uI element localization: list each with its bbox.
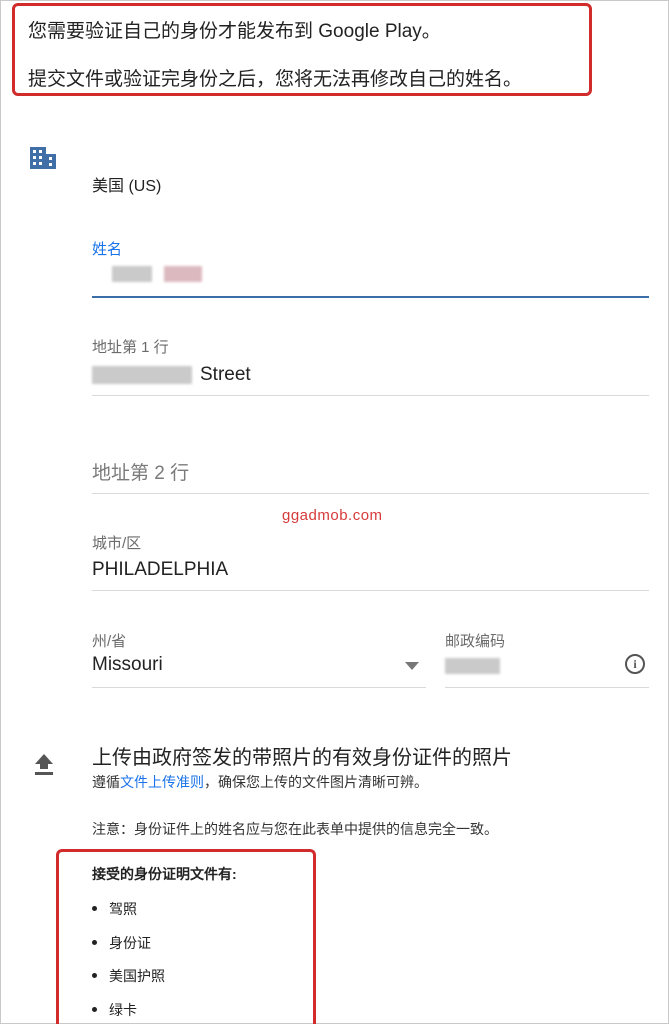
address-line1-field[interactable]: 地址第 1 行 Street <box>92 334 649 396</box>
redacted-name-part <box>164 266 202 282</box>
notice-line-2: 提交文件或验证完身份之后，您将无法再修改自己的姓名。 <box>28 69 523 90</box>
list-item: 美国护照 <box>92 966 165 986</box>
name-field[interactable]: 姓名 <box>92 236 649 300</box>
upload-sub-prefix: 遵循 <box>92 774 120 790</box>
watermark-text: ggadmob.com <box>282 507 383 524</box>
redacted-street-number <box>92 366 192 384</box>
upload-title: 上传由政府签发的带照片的有效身份证件的照片 <box>92 747 512 769</box>
postal-code-field[interactable]: 邮政编码 <box>445 628 649 688</box>
state-value: Missouri <box>92 654 163 675</box>
name-label: 姓名 <box>92 241 123 258</box>
address-line1-value: Street <box>200 364 251 385</box>
city-value: PHILADELPHIA <box>92 559 229 580</box>
city-underline <box>92 590 649 591</box>
name-match-note: 注意：身份证件上的姓名应与您在此表单中提供的信息完全一致。 <box>92 821 498 837</box>
city-label: 城市/区 <box>92 535 142 552</box>
city-field[interactable]: 城市/区 PHILADELPHIA <box>92 530 649 592</box>
address-line2-underline <box>92 493 649 494</box>
redacted-name-part <box>112 266 152 282</box>
identity-notice-box: 您需要验证自己的身份才能发布到 Google Play。 提交文件或验证完身份之… <box>12 3 592 96</box>
upload-sub-suffix: ，确保您上传的文件图片清晰可辨。 <box>204 774 428 790</box>
upload-guidelines: 遵循文件上传准则，确保您上传的文件图片清晰可辨。 <box>92 772 428 792</box>
accepted-documents-title: 接受的身份证明文件有: <box>92 866 237 882</box>
upload-icon[interactable] <box>33 752 55 776</box>
notice-line-1: 您需要验证自己的身份才能发布到 Google Play。 <box>28 21 441 42</box>
redacted-postal-code <box>445 658 500 674</box>
name-underline <box>92 296 649 298</box>
address-line1-underline <box>92 395 649 396</box>
address-line1-label: 地址第 1 行 <box>92 339 169 356</box>
info-icon[interactable]: i <box>625 654 645 674</box>
upload-guidelines-link[interactable]: 文件上传准则 <box>120 774 204 790</box>
state-label: 州/省 <box>92 633 127 650</box>
address-line2-field[interactable]: 地址第 2 行 <box>92 455 649 495</box>
state-underline <box>92 687 426 688</box>
postal-code-underline <box>445 687 649 688</box>
address-line2-placeholder: 地址第 2 行 <box>92 463 190 484</box>
dropdown-arrow-icon[interactable] <box>405 662 419 670</box>
list-item: 身份证 <box>92 933 151 953</box>
list-item: 绿卡 <box>92 1000 137 1020</box>
building-icon <box>30 147 56 169</box>
postal-code-label: 邮政编码 <box>445 633 506 650</box>
country-value: 美国 (US) <box>92 178 162 195</box>
state-select[interactable]: 州/省 Missouri <box>92 628 426 688</box>
list-item: 驾照 <box>92 899 137 919</box>
